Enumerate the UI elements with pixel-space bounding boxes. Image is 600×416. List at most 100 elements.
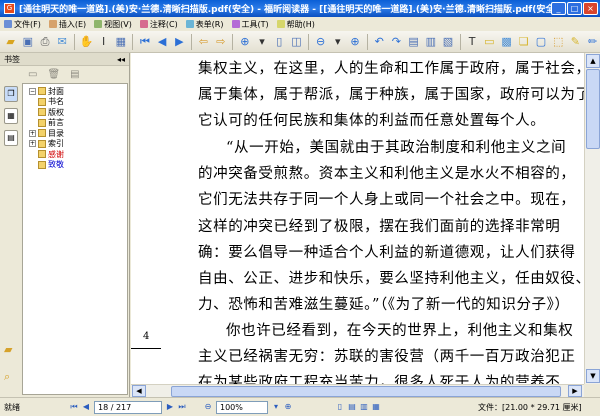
toolbar-separator [459,33,461,50]
note-icon[interactable]: ▭ [482,34,497,50]
page-number-input[interactable]: 18 / 217 [94,400,162,414]
page-text-line: 它认可的任何民族和集体的利益而任意处置每个人。 [198,113,546,129]
collapse-panel-icon[interactable]: ◂◂ [117,55,125,64]
status-bar: 就绪 ⏮ ◀ 18 / 217 ▶ ⏭ ⊖ 100% ▾ ⊕ ▯ ▤ ▥ ▦ 文… [0,397,600,416]
facing-view-icon[interactable]: ▥ [358,401,370,413]
page-number: 4 [143,331,150,342]
text-box-icon[interactable]: ▢ [533,34,548,50]
menu-form[interactable]: 表单(R) [185,19,224,30]
scroll-right-icon[interactable]: ▶ [568,385,582,397]
bookmark-item[interactable]: 感谢 [23,149,127,160]
maximize-button[interactable]: □ [567,2,582,15]
zoom-level-select[interactable]: 100% [216,400,268,414]
main-toolbar: ▰ ▣ ⎙ ✉ ✋ I ▦ ⏮ ◀ ▶ ⇦ ⇨ ⊕ ▾ ▯ ◫ ⊖ ▾ ⊕ ↶ … [0,31,600,53]
last-page-button-icon[interactable]: ⏭ [176,401,188,413]
scroll-up-icon[interactable]: ▲ [586,54,600,68]
bookmark-item[interactable]: 致敬 [23,160,127,171]
print-icon[interactable]: ⎙ [37,34,52,50]
expand-node-icon[interactable]: + [29,129,36,137]
bookmark-item[interactable]: 前言 [23,118,127,129]
single-page-view-icon[interactable]: ▯ [334,401,346,413]
bookmark-label: 索引 [48,139,64,149]
delete-bookmark-icon[interactable]: 🗑 [47,69,60,80]
layers-tab-icon[interactable]: ▤ [4,130,18,146]
continuous-facing-view-icon[interactable]: ▦ [370,401,382,413]
page-text-line: 你也许已经看到，在今天的世界上，利他主义和集权 [226,323,574,339]
pages-tab-icon[interactable]: ▦ [4,108,18,124]
menu-view[interactable]: 视图(V) [94,19,132,30]
scroll-down-icon[interactable]: ▼ [586,369,600,383]
vertical-scrollbar[interactable]: ▲ ▼ [584,53,600,384]
prev-page-button-icon[interactable]: ◀ [80,401,92,413]
typewriter-icon[interactable]: T [465,34,480,50]
zoom-out-status-icon[interactable]: ⊖ [202,401,214,413]
highlight-icon[interactable]: ▩ [499,34,514,50]
page-text-line: 力、恐怖和苦难滋生蔓延。”（《为了新一代的知识分子》） [198,297,570,313]
expand-node-icon[interactable]: + [29,140,36,148]
horizontal-scrollbar[interactable]: ◀ ▶ [131,384,584,397]
continuous-page-icon[interactable]: ▥ [423,34,438,50]
open-file-icon[interactable]: ▰ [3,34,18,50]
select-text-icon[interactable]: I [96,34,111,50]
new-bookmark-icon[interactable]: ▭ [28,69,37,80]
first-page-icon[interactable]: ⏮ [137,34,152,50]
comments-panel-icon[interactable]: ▰ [4,343,12,356]
menu-insert[interactable]: 插入(E) [48,19,86,30]
zoom-in-small-icon[interactable]: ⊕ [347,34,362,50]
actual-size-icon[interactable]: ▯ [272,34,287,50]
bookmark-item[interactable]: 书名 [23,97,127,108]
next-page-icon[interactable]: ▶ [172,34,187,50]
bookmark-icon [38,160,46,169]
save-icon[interactable]: ▣ [20,34,35,50]
zoom-out-dropdown-icon[interactable]: ▾ [330,34,345,50]
zoom-dropdown-arrow-icon[interactable]: ▾ [270,401,282,413]
bookmark-panel-title: 书签 [4,54,20,64]
bookmark-item[interactable]: + 索引 [23,139,127,150]
bookmark-item[interactable]: − 封面 [23,86,127,97]
page-text-line: 的冲突备受煎熬。资本主义和利他主义是水火不相容的， [198,166,576,182]
bookmark-item[interactable]: 版权 [23,107,127,118]
email-icon[interactable]: ✉ [55,34,70,50]
minimize-button[interactable]: _ [551,2,566,15]
zoom-in-status-icon[interactable]: ⊕ [282,401,294,413]
file-menu-icon [4,20,12,28]
facing-page-icon[interactable]: ▧ [440,34,455,50]
forward-icon[interactable]: ⇨ [213,34,228,50]
next-page-button-icon[interactable]: ▶ [164,401,176,413]
rotate-right-icon[interactable]: ↷ [389,34,404,50]
horizontal-scroll-thumb[interactable] [171,386,561,397]
bookmark-label: 感谢 [48,149,64,159]
bookmark-properties-icon[interactable]: ▤ [70,69,79,80]
bookmark-panel-header: 书签 ◂◂ [0,53,129,66]
zoom-out-icon[interactable]: ⊖ [313,34,328,50]
pencil-icon[interactable]: ✏ [585,34,600,50]
menu-help[interactable]: 帮助(H) [276,19,315,30]
bookmark-item[interactable]: + 目录 [23,128,127,139]
zoom-in-icon[interactable]: ⊕ [237,34,252,50]
document-view[interactable]: 集权主义，在这里，人的生命和工作属于政府，属于社会， 属于集体，属于帮派，属于种… [131,53,584,384]
bookmark-icon[interactable]: ❏ [516,34,531,50]
vertical-scroll-thumb[interactable] [586,69,600,149]
menu-tools[interactable]: 工具(T) [231,19,269,30]
rotate-left-icon[interactable]: ↶ [372,34,387,50]
foxit-app-icon[interactable]: G [4,3,15,14]
single-page-icon[interactable]: ▤ [406,34,421,50]
previous-page-icon[interactable]: ◀ [155,34,170,50]
comment-icon[interactable]: ✎ [568,34,583,50]
bookmarks-tab-icon[interactable]: ❐ [4,86,18,102]
zoom-dropdown-icon[interactable]: ▾ [254,34,269,50]
scroll-left-icon[interactable]: ◀ [132,385,146,397]
first-page-button-icon[interactable]: ⏮ [68,401,80,413]
close-button[interactable]: × [583,2,598,15]
menu-file[interactable]: 文件(F) [4,19,41,30]
toolbar-separator [132,33,134,50]
menu-comment[interactable]: 注释(C) [139,19,178,30]
collapse-node-icon[interactable]: − [29,87,36,95]
hand-tool-icon[interactable]: ✋ [79,34,94,50]
fit-page-icon[interactable]: ◫ [289,34,304,50]
back-icon[interactable]: ⇦ [196,34,211,50]
continuous-view-icon[interactable]: ▤ [346,401,358,413]
stamp-icon[interactable]: ⬚ [551,34,566,50]
snapshot-icon[interactable]: ▦ [113,34,128,50]
attachments-panel-icon[interactable]: ⌕ [4,370,12,384]
